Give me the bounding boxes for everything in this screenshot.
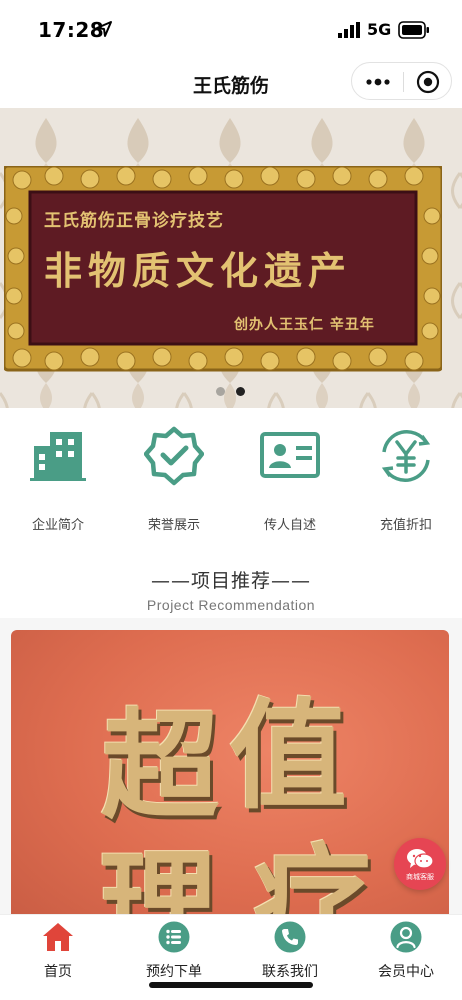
status-bar: 17:28 5G bbox=[0, 0, 462, 62]
badge-check-icon bbox=[144, 426, 204, 486]
quick-item-inheritor[interactable]: 传人自述 bbox=[232, 426, 348, 533]
id-card-icon bbox=[260, 432, 320, 478]
tab-label: 预约下单 bbox=[146, 964, 202, 980]
list-icon bbox=[158, 921, 190, 953]
carousel-dot-active[interactable] bbox=[236, 387, 245, 396]
signal-icon bbox=[338, 22, 360, 38]
customer-service-button[interactable]: 商城客服 bbox=[394, 838, 446, 890]
tab-label: 会员中心 bbox=[378, 964, 434, 980]
customer-service-label: 商城客服 bbox=[406, 873, 434, 881]
section-subtitle: Project Recommendation bbox=[146, 597, 316, 613]
location-arrow-icon bbox=[96, 21, 112, 37]
carousel-dot[interactable] bbox=[216, 387, 225, 396]
quick-menu: 企业简介 荣誉展示 传人自述 充值折扣 bbox=[0, 408, 462, 533]
plaque-line1: 王氏筋伤正骨诊疗技艺 bbox=[44, 211, 224, 231]
app-page: 17:28 5G 王氏筋伤 王氏筋伤正骨诊疗技艺 非物质文化遗产 创办人王玉仁 … bbox=[0, 0, 462, 1000]
recommend-area: 超 值 理 疗 bbox=[0, 618, 462, 930]
section-heading: ——项目推荐—— Project Recommendation bbox=[0, 560, 462, 620]
recommend-char: 理 bbox=[99, 836, 218, 930]
home-indicator bbox=[149, 982, 313, 988]
plaque-line2: 非物质文化遗产 bbox=[44, 248, 353, 293]
plaque-line3: 创办人王玉仁 辛丑年 bbox=[234, 317, 375, 333]
network-type: 5G bbox=[367, 20, 392, 39]
quick-item-label: 企业简介 bbox=[31, 518, 84, 533]
nav-bar: 王氏筋伤 bbox=[0, 62, 462, 106]
building-icon bbox=[30, 432, 86, 481]
section-title: ——项目推荐—— bbox=[150, 570, 311, 592]
quick-item-label: 荣誉展示 bbox=[147, 518, 200, 533]
recommend-card[interactable]: 超 值 理 疗 bbox=[11, 630, 449, 930]
battery-icon bbox=[398, 21, 429, 39]
tab-member[interactable]: 会员中心 bbox=[348, 921, 462, 981]
tab-booking[interactable]: 预约下单 bbox=[116, 921, 232, 981]
quick-item-label: 充值折扣 bbox=[379, 518, 432, 533]
quick-item-label: 传人自述 bbox=[263, 518, 316, 533]
banner-carousel[interactable]: 王氏筋伤正骨诊疗技艺 非物质文化遗产 创办人王玉仁 辛丑年 bbox=[0, 108, 462, 408]
close-target-icon[interactable] bbox=[416, 70, 440, 94]
more-icon[interactable] bbox=[364, 72, 392, 92]
tab-home[interactable]: 首页 bbox=[0, 921, 116, 981]
user-icon bbox=[390, 921, 422, 953]
phone-icon bbox=[274, 921, 306, 953]
tab-label: 首页 bbox=[44, 964, 72, 980]
quick-item-honors[interactable]: 荣誉展示 bbox=[116, 426, 232, 533]
tab-label: 联系我们 bbox=[262, 964, 318, 980]
yen-cycle-icon bbox=[381, 429, 431, 483]
capsule-divider bbox=[403, 72, 404, 92]
home-icon bbox=[43, 923, 73, 951]
mini-program-capsule bbox=[351, 62, 452, 100]
carousel-dots bbox=[0, 387, 462, 397]
quick-item-company[interactable]: 企业简介 bbox=[0, 426, 116, 533]
recommend-char: 疗 bbox=[253, 831, 372, 930]
tab-contact[interactable]: 联系我们 bbox=[232, 921, 348, 981]
wechat-icon bbox=[407, 849, 434, 869]
quick-item-recharge[interactable]: 充值折扣 bbox=[348, 426, 462, 533]
